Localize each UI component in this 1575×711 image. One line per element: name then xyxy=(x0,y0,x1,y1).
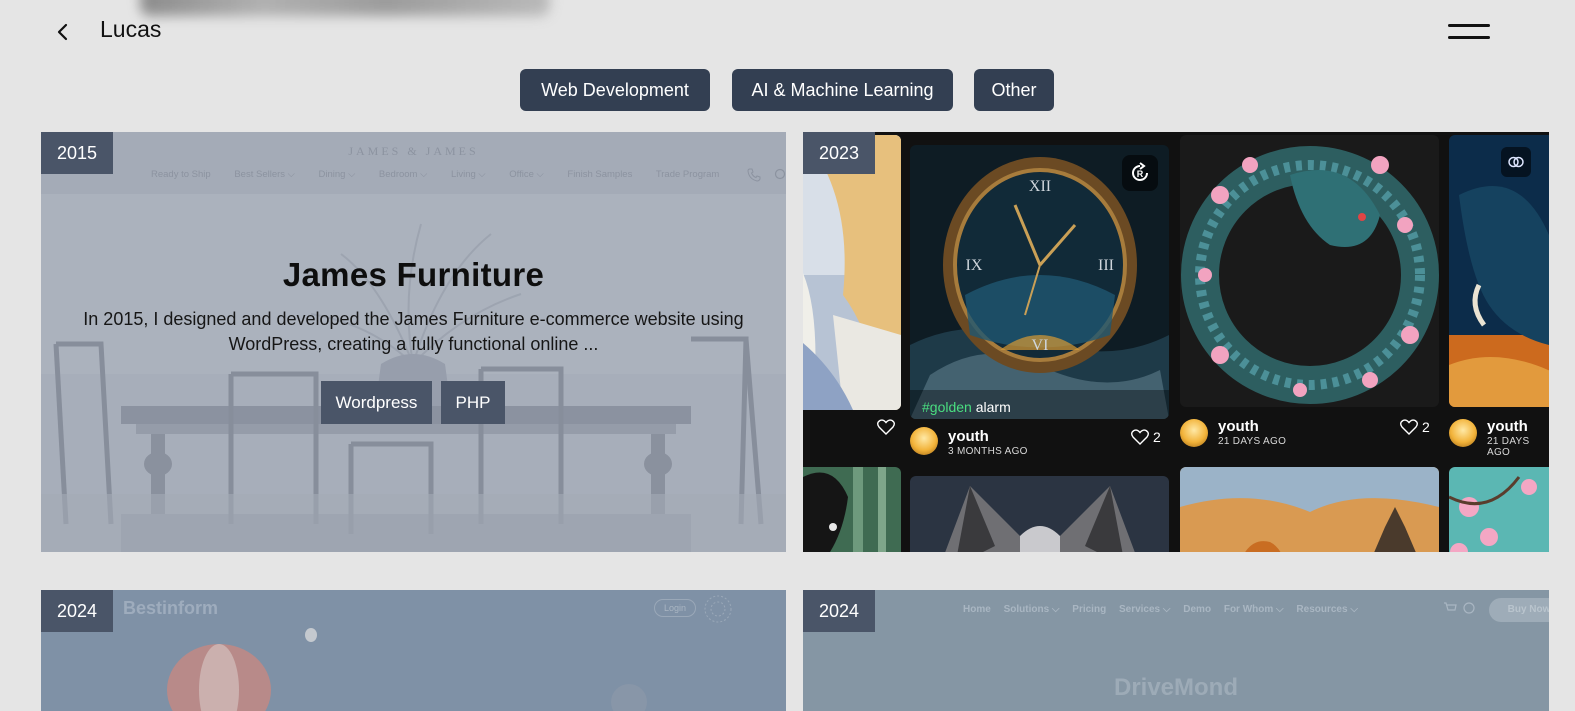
screenshot-buy-now-button: Buy Now xyxy=(1489,598,1549,622)
post-username[interactable]: youth xyxy=(948,428,989,445)
screenshot-nav-item: Resources ⌵ xyxy=(1296,604,1358,615)
svg-text:III: III xyxy=(1098,257,1114,274)
avatar[interactable] xyxy=(1449,419,1477,447)
project-card-james-furniture[interactable]: JAMES & JAMES Ready to Ship Best Sellers… xyxy=(41,132,786,552)
svg-text:VI: VI xyxy=(1032,337,1049,354)
screenshot-nav-item: Solutions ⌵ xyxy=(1003,604,1060,615)
brain-icon xyxy=(1508,156,1524,168)
menu-icon-bar xyxy=(1448,24,1490,27)
blurred-banner xyxy=(140,0,550,16)
gallery-image-golden-alarm[interactable]: XII III VI IX R #golden alarm xyxy=(910,145,1169,419)
gallery-image-wolf[interactable] xyxy=(910,476,1169,552)
screenshot-nav-item: Finish Samples xyxy=(567,169,633,180)
screenshot-nav-item: Best Sellers ⌵ xyxy=(234,169,295,180)
image-caption: #golden alarm xyxy=(922,399,1011,415)
screenshot-nav-item: Demo xyxy=(1183,604,1212,615)
heart-icon[interactable] xyxy=(1400,419,1418,435)
top-bar: Lucas xyxy=(0,0,1575,64)
screenshot-nav-item: Bedroom ⌵ xyxy=(378,169,428,180)
like-count: 2 xyxy=(1153,429,1161,445)
project-year-badge: 2024 xyxy=(41,590,114,632)
page-title: Lucas xyxy=(100,16,162,42)
gallery-image-blossom[interactable] xyxy=(1449,467,1549,552)
tag-php[interactable]: PHP xyxy=(441,381,505,424)
avatar[interactable] xyxy=(1180,419,1208,447)
screenshot-nav-item: Home xyxy=(963,604,991,615)
project-card-drivemond[interactable]: Home Solutions ⌵ Pricing Services ⌵ Demo… xyxy=(803,590,1549,711)
screenshot-nav-item: Living ⌵ xyxy=(450,169,486,180)
gallery-image-elephant[interactable] xyxy=(1449,135,1549,407)
screenshot-brand: Bestinform xyxy=(123,598,219,618)
filter-other[interactable]: Other xyxy=(974,69,1054,111)
ai-model-badge[interactable] xyxy=(1501,147,1531,177)
post-timestamp: 3 MONTHS AGO xyxy=(948,446,1028,457)
post-timestamp: 21 DAYS AGO xyxy=(1218,436,1287,447)
elephant-artwork-image xyxy=(1449,135,1549,407)
screenshot-brand: JAMES & JAMES xyxy=(348,144,479,158)
blossom-artwork-image xyxy=(1449,467,1549,552)
cart-icon xyxy=(1444,602,1457,611)
project-year-badge: 2015 xyxy=(41,132,114,174)
user-icon xyxy=(1463,602,1475,614)
chevron-left-icon xyxy=(57,23,68,41)
hashtag-link[interactable]: #golden xyxy=(922,399,972,415)
screenshot-nav: Home Solutions ⌵ Pricing Services ⌵ Demo… xyxy=(963,604,1358,615)
tiger-artwork-image xyxy=(1180,467,1439,552)
project-card-bestinform[interactable]: Bestinform Login 2024 xyxy=(41,590,786,711)
screenshot-hero-title: DriveMond xyxy=(1113,674,1238,701)
back-button[interactable] xyxy=(50,18,76,46)
screenshot-login-button: Login xyxy=(654,599,696,617)
project-year-badge: 2024 xyxy=(803,590,876,632)
post-username[interactable]: youth xyxy=(1218,418,1259,435)
dragon-artwork-image xyxy=(1180,135,1439,407)
anime-portrait-image xyxy=(803,135,901,410)
filter-web-development[interactable]: Web Development xyxy=(520,69,710,111)
gallery-image-geisha[interactable] xyxy=(803,467,901,552)
project-description: In 2015, I designed and developed the Ja… xyxy=(83,309,744,354)
filter-bar: Web Development AI & Machine Learning Ot… xyxy=(0,69,1575,111)
search-icon xyxy=(774,168,786,180)
screenshot-nav-item: Office ⌵ xyxy=(509,169,544,180)
project-title: James Furniture xyxy=(282,256,545,293)
post-username[interactable]: youth xyxy=(1487,418,1528,435)
svg-text:XII: XII xyxy=(1029,178,1051,195)
svg-text:IX: IX xyxy=(966,257,983,274)
screenshot-nav-item: For Whom ⌵ xyxy=(1223,604,1284,615)
screenshot-nav: Ready to Ship Best Sellers ⌵ Dining ⌵ Be… xyxy=(151,169,740,180)
like-count: 2 xyxy=(1422,419,1430,435)
screenshot-nav-item: Services ⌵ xyxy=(1118,604,1171,615)
screenshot-nav-item: Ready to Ship xyxy=(151,169,211,180)
project-year-badge: 2023 xyxy=(803,132,876,174)
heart-icon[interactable] xyxy=(1131,429,1149,445)
caption-text: alarm xyxy=(975,399,1011,415)
heart-icon[interactable] xyxy=(877,419,895,435)
dining-room-photo xyxy=(41,194,786,552)
gallery-image-tiger[interactable] xyxy=(1180,467,1439,552)
remix-icon: R xyxy=(1132,162,1148,181)
tag-wordpress[interactable]: Wordpress xyxy=(321,381,432,424)
project-card-ai-gallery[interactable]: XII III VI IX R #golden alarm youth 3 MONT… xyxy=(803,132,1549,552)
phone-icon xyxy=(747,168,761,182)
screenshot-nav-item: Dining ⌵ xyxy=(318,169,356,180)
screenshot-nav-item: Trade Program xyxy=(655,169,720,180)
geisha-artwork-image xyxy=(803,467,901,552)
hamburger-menu-button[interactable] xyxy=(1448,22,1490,42)
avatar[interactable] xyxy=(910,427,938,455)
screenshot-site-header: JAMES & JAMES Ready to Ship Best Sellers… xyxy=(41,132,786,195)
wolf-artwork-image xyxy=(910,476,1169,552)
gallery-image-dragon[interactable] xyxy=(1180,135,1439,407)
filter-ai-machine-learning[interactable]: AI & Machine Learning xyxy=(732,69,953,111)
post-timestamp: 21 DAYS AGO xyxy=(1487,436,1530,458)
svg-text:R: R xyxy=(1137,169,1144,179)
menu-icon-bar xyxy=(1448,36,1490,39)
remix-button[interactable]: R xyxy=(1122,155,1158,191)
screenshot-nav-item: Pricing xyxy=(1072,604,1107,615)
globe-icon xyxy=(704,595,732,623)
gallery-image-anime[interactable] xyxy=(803,135,901,410)
